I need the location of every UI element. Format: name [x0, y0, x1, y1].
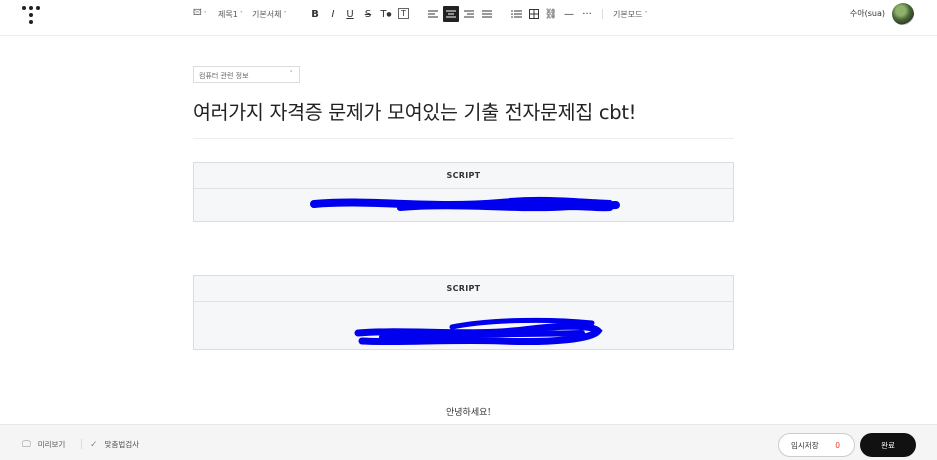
align-right-icon: [464, 10, 474, 17]
tistory-logo-icon[interactable]: [22, 6, 40, 24]
user-name[interactable]: 수아(sua): [850, 8, 885, 19]
temp-save-count[interactable]: 0: [835, 441, 840, 450]
editor-footer: 🖵 미리보기 ✓ 맞춤법검사 임시저장 0 완료: [0, 424, 937, 460]
horizontal-rule-button[interactable]: —: [561, 6, 577, 22]
script-block[interactable]: SCRIPT: [193, 275, 734, 350]
align-right-button[interactable]: [461, 6, 477, 22]
table-button[interactable]: [526, 6, 542, 22]
font-select[interactable]: 기본서체 ˅: [252, 6, 286, 22]
body-text[interactable]: 안녕하세요!: [0, 405, 937, 418]
bullet-list-button[interactable]: [508, 6, 524, 22]
script-block[interactable]: SCRIPT: [193, 162, 734, 222]
footer-divider: [81, 439, 82, 449]
more-options-button[interactable]: ···: [579, 6, 595, 22]
align-left-button[interactable]: [425, 6, 441, 22]
temp-save-button[interactable]: 임시저장 0: [778, 433, 855, 457]
list-icon: [510, 9, 522, 18]
preview-button[interactable]: 🖵 미리보기: [22, 439, 65, 450]
table-icon: [529, 9, 539, 19]
insert-image-button[interactable]: 🖾 ˅: [193, 6, 207, 22]
align-left-icon: [428, 10, 438, 17]
link-icon: ⛓: [544, 8, 558, 20]
underline-button[interactable]: U: [342, 6, 358, 22]
redaction-scribble: [310, 196, 620, 212]
image-icon: 🖾: [193, 8, 202, 17]
bold-button[interactable]: B: [307, 6, 323, 22]
text-background-button[interactable]: T: [398, 8, 409, 19]
redaction-scribble: [354, 317, 603, 346]
align-justify-button[interactable]: [479, 6, 495, 22]
monitor-icon: 🖵: [22, 439, 31, 450]
align-center-icon: [446, 10, 456, 17]
avatar[interactable]: [892, 3, 914, 25]
align-center-button[interactable]: [443, 6, 459, 22]
text-color-button[interactable]: T ●: [378, 6, 394, 22]
strikethrough-button[interactable]: S: [360, 6, 376, 22]
spellcheck-icon: ✓: [90, 439, 98, 450]
spellcheck-button[interactable]: ✓ 맞춤법검사: [90, 439, 139, 450]
align-justify-icon: [482, 10, 492, 17]
publish-button[interactable]: 완료: [860, 433, 916, 457]
toolbar-divider: [602, 9, 603, 19]
script-block-content[interactable]: [194, 302, 733, 350]
title-divider: [193, 138, 734, 139]
post-title[interactable]: 여러가지 자격증 문제가 모여있는 기출 전자문제집 cbt!: [193, 96, 637, 125]
italic-button[interactable]: I: [325, 6, 341, 22]
script-block-header: SCRIPT: [194, 276, 733, 302]
link-button[interactable]: ⛓: [543, 6, 559, 22]
script-block-header: SCRIPT: [194, 163, 733, 189]
editor-mode-select[interactable]: 기본모드 ˅: [613, 6, 647, 22]
chevron-down-icon: ˅: [289, 70, 294, 78]
category-select[interactable]: 컴퓨터 관련 정보 ˅: [193, 66, 300, 83]
heading-select[interactable]: 제목1 ˅: [218, 6, 243, 22]
script-block-content[interactable]: [194, 189, 733, 222]
editor-toolbar: 🖾 ˅ 제목1 ˅ 기본서체 ˅ B I U S T ● T ⛓ — ··· 기본모드 ˅…: [0, 0, 937, 36]
